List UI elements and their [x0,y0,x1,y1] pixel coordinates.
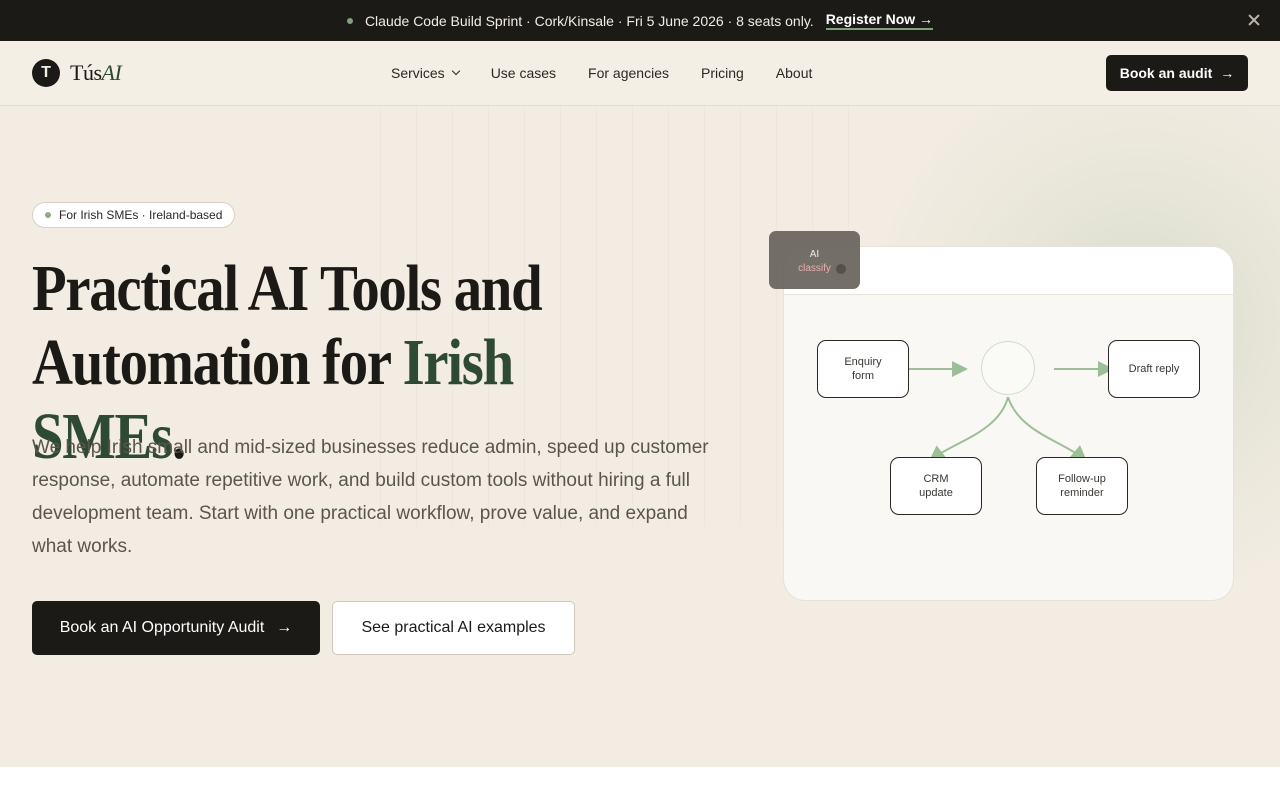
nav-services[interactable]: Services [391,65,460,81]
book-ai-audit-button[interactable]: Book an AI Opportunity Audit → [32,601,320,655]
hero-title-line2: Automation for [32,326,403,399]
close-icon[interactable] [1244,10,1264,30]
audience-badge-text: For Irish SMEs · Ireland-based [59,208,223,222]
node-enquiry-label: Enquiry form [844,356,882,382]
site-header: T TúsAI Services Use cases For agencies … [0,41,1280,106]
main-nav: Services Use cases For agencies Pricing … [391,41,844,105]
workflow-arrows [909,361,1114,462]
logo-text-accent: AI [101,60,122,85]
ai-classify-tooltip: AI classify [769,231,860,289]
workflow-diagram-card: Enquiry form Draft reply CRM update Foll… [783,246,1234,601]
tooltip-line2: classify [798,263,831,274]
ai-classify-node[interactable] [981,341,1035,395]
see-examples-button[interactable]: See practical AI examples [332,601,575,655]
announcement-text: Claude Code Build Sprint · Cork/Kinsale … [364,12,814,29]
arrow-ai-to-crm [928,396,1009,462]
node-draft-label: Draft reply [1128,363,1180,375]
nav-services-label: Services [391,65,445,81]
hero-description: We help Irish small and mid-sized busine… [32,437,709,557]
logo-mark-icon: T [32,59,60,87]
node-crm-update[interactable]: CRM update [890,457,982,515]
logo-text-main: Tús [70,60,102,85]
tooltip-dot-icon [836,264,846,274]
audience-badge: For Irish SMEs · Ireland-based [32,202,236,228]
node-crm-label: CRM update [919,473,953,499]
badge-dot-icon [45,212,51,218]
logo-text: TúsAI [70,60,122,86]
nav-about[interactable]: About [776,65,813,81]
node-enquiry-form[interactable]: Enquiry form [817,340,909,398]
book-audit-button[interactable]: Book an audit → [1106,55,1248,91]
hero-title-line1: Practical AI Tools and [32,252,543,325]
tooltip-line1: AI [809,249,820,260]
next-section [0,767,1280,800]
register-now-link[interactable]: Register Now → [825,11,934,30]
nav-use-cases[interactable]: Use cases [491,65,556,81]
book-ai-audit-label: Book an AI Opportunity Audit [59,619,265,636]
announcement-bar: Claude Code Build Sprint · Cork/Kinsale … [0,0,1280,41]
nav-pricing[interactable]: Pricing [701,65,744,81]
logo[interactable]: T TúsAI [32,59,122,87]
node-followup-label: Follow-up reminder [1058,473,1106,499]
book-audit-label: Book an audit [1119,65,1213,81]
node-draft-reply[interactable]: Draft reply [1108,340,1200,398]
announcement-dot [346,17,353,24]
node-follow-up-reminder[interactable]: Follow-up reminder [1036,457,1128,515]
arrow-right-icon: → [276,619,293,636]
arrow-right-icon: → [1220,65,1235,81]
nav-for-agencies[interactable]: For agencies [588,65,669,81]
chevron-down-icon [451,66,460,76]
arrow-ai-to-followup [1007,396,1088,462]
